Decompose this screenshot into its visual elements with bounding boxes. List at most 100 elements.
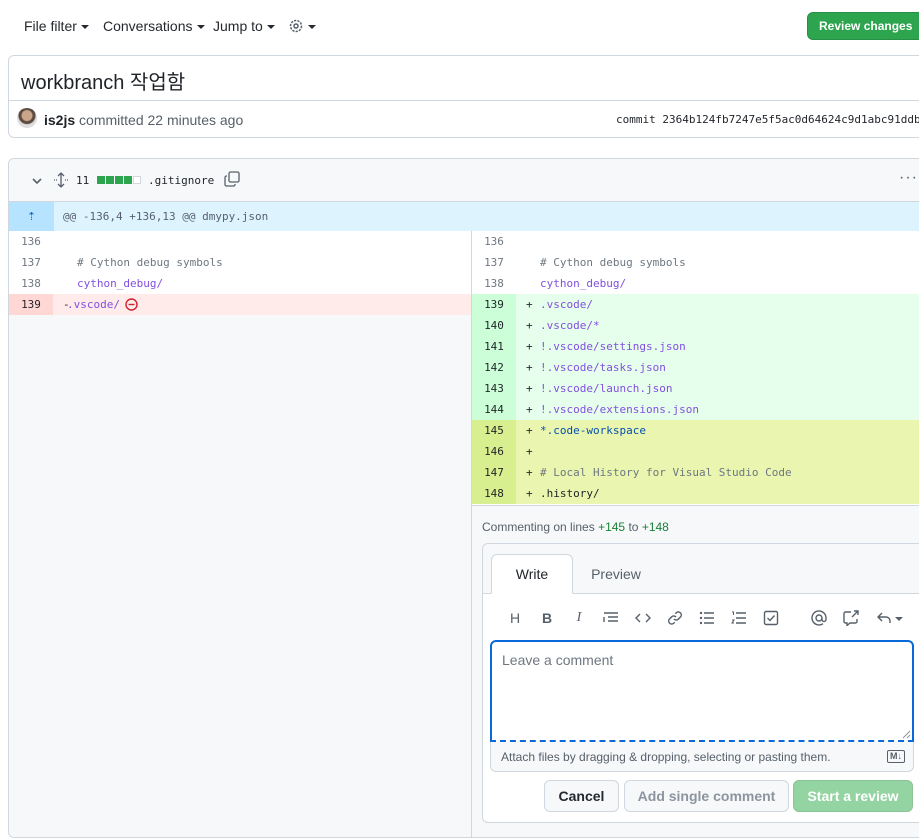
commenting-range-text: Commenting on lines +145 to +148: [482, 520, 669, 534]
chevron-down-icon[interactable]: [31, 175, 43, 187]
line-number[interactable]: 148: [472, 483, 516, 504]
file-filter-menu[interactable]: File filter: [24, 18, 89, 34]
line-number[interactable]: 139: [9, 294, 53, 315]
link-icon[interactable]: [663, 606, 687, 630]
conversations-menu[interactable]: Conversations: [103, 18, 205, 34]
inline-comment-panel: Commenting on lines +145 to +148 Write P…: [472, 505, 919, 837]
line-code: # Cython debug symbols: [77, 256, 223, 269]
diff-line-selected[interactable]: 146 +: [472, 441, 919, 462]
gear-icon: [289, 19, 303, 33]
line-number[interactable]: 147: [472, 462, 516, 483]
file-name[interactable]: .gitignore: [148, 174, 214, 187]
diff-line-selected[interactable]: 148 + .history/: [472, 483, 919, 504]
italic-icon[interactable]: I: [567, 606, 591, 630]
line-code: .vscode/: [540, 298, 593, 311]
file-filter-label: File filter: [24, 18, 77, 34]
expand-all-icon[interactable]: [54, 172, 68, 188]
commit-sha[interactable]: commit 2364b124fb7247e5f5ac0d64624c9d1ab…: [616, 113, 919, 126]
line-number[interactable]: 141: [472, 336, 516, 357]
diff-line[interactable]: 137 # Cython debug symbols: [9, 252, 471, 273]
diff-line-added[interactable]: 139 + .vscode/: [472, 294, 919, 315]
diff-line[interactable]: 138 cython_debug/: [9, 273, 471, 294]
line-code: *.code-workspace: [540, 424, 646, 437]
line-number[interactable]: 145: [472, 420, 516, 441]
diff-line-added[interactable]: 142 + !.vscode/tasks.json: [472, 357, 919, 378]
diff-line-added[interactable]: 141 + !.vscode/settings.json: [472, 336, 919, 357]
ordered-list-icon[interactable]: [727, 606, 751, 630]
cancel-button[interactable]: Cancel: [544, 780, 619, 812]
diff-line-added[interactable]: 143 + !.vscode/launch.json: [472, 378, 919, 399]
divider: [9, 100, 919, 101]
settings-menu[interactable]: [288, 18, 316, 34]
line-number[interactable]: 137: [472, 252, 516, 273]
diff-line[interactable]: 136: [9, 231, 471, 252]
unordered-list-icon[interactable]: [695, 606, 719, 630]
code-icon[interactable]: [631, 606, 655, 630]
avatar[interactable]: [17, 108, 37, 128]
line-number[interactable]: 143: [472, 378, 516, 399]
line-number[interactable]: 136: [9, 231, 53, 252]
diff-line-deleted[interactable]: 139 - .vscode/: [9, 294, 471, 315]
diff-line-added[interactable]: 140 + .vscode/*: [472, 315, 919, 336]
line-number[interactable]: 140: [472, 315, 516, 336]
hunk-header: ⇡ @@ -136,4 +136,13 @@ dmypy.json: [9, 202, 919, 231]
range-start: +145: [598, 520, 626, 534]
line-number[interactable]: 136: [472, 231, 516, 252]
commit-meta: is2js committed 22 minutes ago: [44, 112, 243, 128]
line-code: !.vscode/extensions.json: [540, 403, 699, 416]
comment-textarea[interactable]: Leave a comment: [490, 640, 914, 742]
line-number[interactable]: 146: [472, 441, 516, 462]
diff-sign: +: [526, 361, 533, 374]
comment-form: Write Preview H B I Leave a comment Atta…: [482, 543, 919, 823]
diff-right-pane: 136 137 # Cython debug symbols 138 cytho…: [472, 231, 919, 837]
heading-icon[interactable]: H: [503, 606, 527, 630]
diff-stat-bar: [97, 176, 141, 184]
diff-line-selected[interactable]: 147 + # Local History for Visual Studio …: [472, 462, 919, 483]
diff-line-added[interactable]: 144 + !.vscode/extensions.json: [472, 399, 919, 420]
mention-icon[interactable]: [807, 606, 831, 630]
start-review-button[interactable]: Start a review: [793, 780, 913, 812]
jump-to-label: Jump to: [213, 18, 263, 34]
line-number[interactable]: 138: [9, 273, 53, 294]
diff-line[interactable]: 138 cython_debug/: [472, 273, 919, 294]
review-changes-button[interactable]: Review changes: [807, 12, 919, 40]
commit-title: workbranch 작업함: [21, 72, 186, 94]
tab-write[interactable]: Write: [491, 554, 573, 594]
quote-icon[interactable]: [599, 606, 623, 630]
line-number[interactable]: 144: [472, 399, 516, 420]
line-code: cython_debug/: [540, 277, 627, 290]
line-number[interactable]: 142: [472, 357, 516, 378]
diff-sign: +: [526, 382, 533, 395]
resize-handle-icon[interactable]: [902, 730, 911, 739]
task-list-icon[interactable]: [759, 606, 783, 630]
jump-to-menu[interactable]: Jump to: [213, 18, 275, 34]
line-number[interactable]: 137: [9, 252, 53, 273]
line-number[interactable]: 139: [472, 294, 516, 315]
markdown-icon[interactable]: M↓: [887, 750, 905, 763]
saved-replies-icon[interactable]: [871, 606, 907, 630]
chevron-down-icon: [80, 25, 89, 29]
diff-line-selected[interactable]: 145 + *.code-workspace: [472, 420, 919, 441]
reference-icon[interactable]: [839, 606, 863, 630]
line-code: !.vscode/settings.json: [540, 340, 686, 353]
diff-line[interactable]: 137 # Cython debug symbols: [472, 252, 919, 273]
copy-icon[interactable]: [224, 171, 240, 187]
attach-files-bar[interactable]: Attach files by dragging & dropping, sel…: [490, 742, 914, 772]
comment-placeholder: Leave a comment: [502, 652, 614, 668]
author-link[interactable]: is2js: [44, 112, 75, 128]
diff-toolbar: File filter Conversations Jump to Review…: [0, 0, 919, 52]
diff-sign: +: [526, 487, 533, 500]
commenting-label: Commenting on lines: [482, 520, 595, 534]
line-code: .history/: [540, 487, 600, 500]
tab-preview[interactable]: Preview: [575, 554, 657, 594]
bold-icon[interactable]: B: [535, 606, 559, 630]
add-single-comment-button[interactable]: Add single comment: [624, 780, 789, 812]
diff-stat-count: 11: [76, 174, 90, 187]
expand-up-icon[interactable]: ⇡: [9, 202, 54, 231]
kebab-menu-icon[interactable]: ···: [899, 169, 918, 187]
line-number[interactable]: 138: [472, 273, 516, 294]
diff-line[interactable]: 136: [472, 231, 919, 252]
chevron-down-icon: [266, 25, 275, 29]
comment-tabs: Write Preview: [483, 544, 919, 594]
markdown-toolbar: H B I: [493, 606, 919, 630]
